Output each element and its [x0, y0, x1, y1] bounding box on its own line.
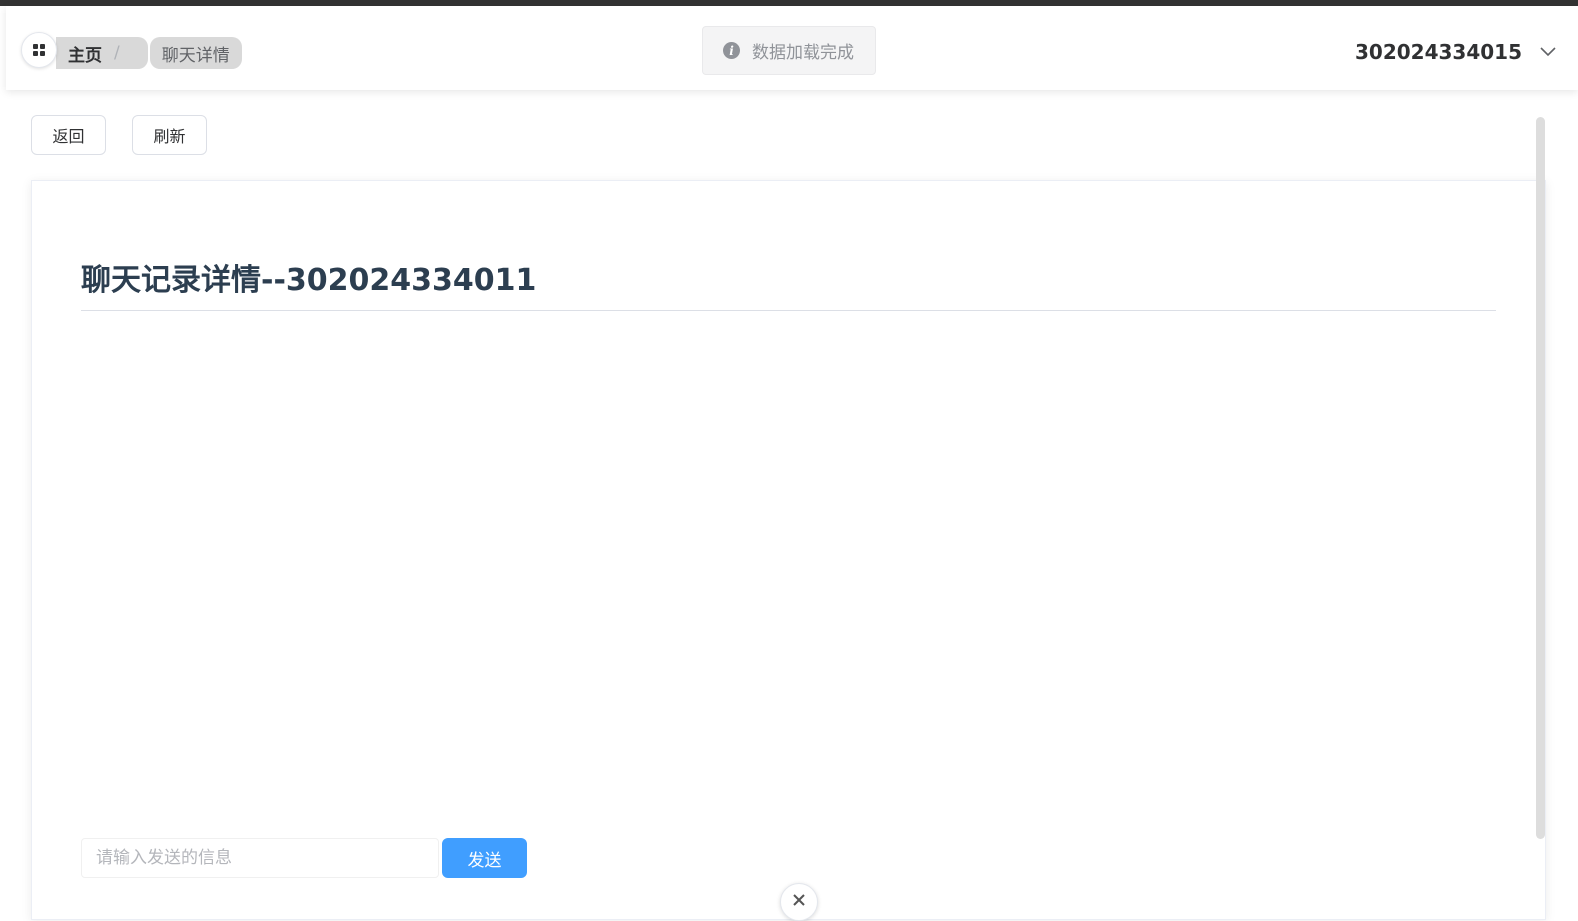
- breadcrumb: 主页 / 聊天详情: [56, 37, 242, 69]
- info-icon: i: [723, 42, 740, 59]
- refresh-button[interactable]: 刷新: [132, 115, 207, 155]
- chevron-down-icon: [1540, 47, 1556, 57]
- user-name: 302024334015: [1355, 40, 1522, 64]
- send-button[interactable]: 发送: [442, 838, 527, 878]
- chat-title: 聊天记录详情--302024334011: [81, 263, 537, 298]
- breadcrumb-current: 聊天详情: [149, 37, 242, 69]
- breadcrumb-current-label: 聊天详情: [161, 45, 230, 66]
- close-icon: [793, 894, 805, 906]
- toast-message: i 数据加载完成: [702, 26, 876, 75]
- floating-action-button[interactable]: [780, 883, 818, 921]
- breadcrumb-separator: /: [114, 43, 120, 63]
- grid-menu-icon: [33, 44, 45, 56]
- breadcrumb-home-label: 主页: [68, 45, 102, 66]
- top-header: 主页 / 聊天详情 i 数据加载完成 302024334015: [6, 6, 1578, 90]
- menu-toggle-button[interactable]: [21, 32, 57, 68]
- breadcrumb-home[interactable]: 主页 /: [56, 37, 148, 69]
- page-scrollbar[interactable]: [1536, 117, 1545, 839]
- message-input[interactable]: [81, 838, 439, 878]
- toast-text: 数据加载完成: [752, 43, 854, 63]
- back-button[interactable]: 返回: [31, 115, 106, 155]
- chat-card: 聊天记录详情--302024334011 发送: [31, 180, 1546, 920]
- title-divider: [81, 310, 1496, 311]
- user-dropdown[interactable]: 302024334015: [1355, 40, 1556, 64]
